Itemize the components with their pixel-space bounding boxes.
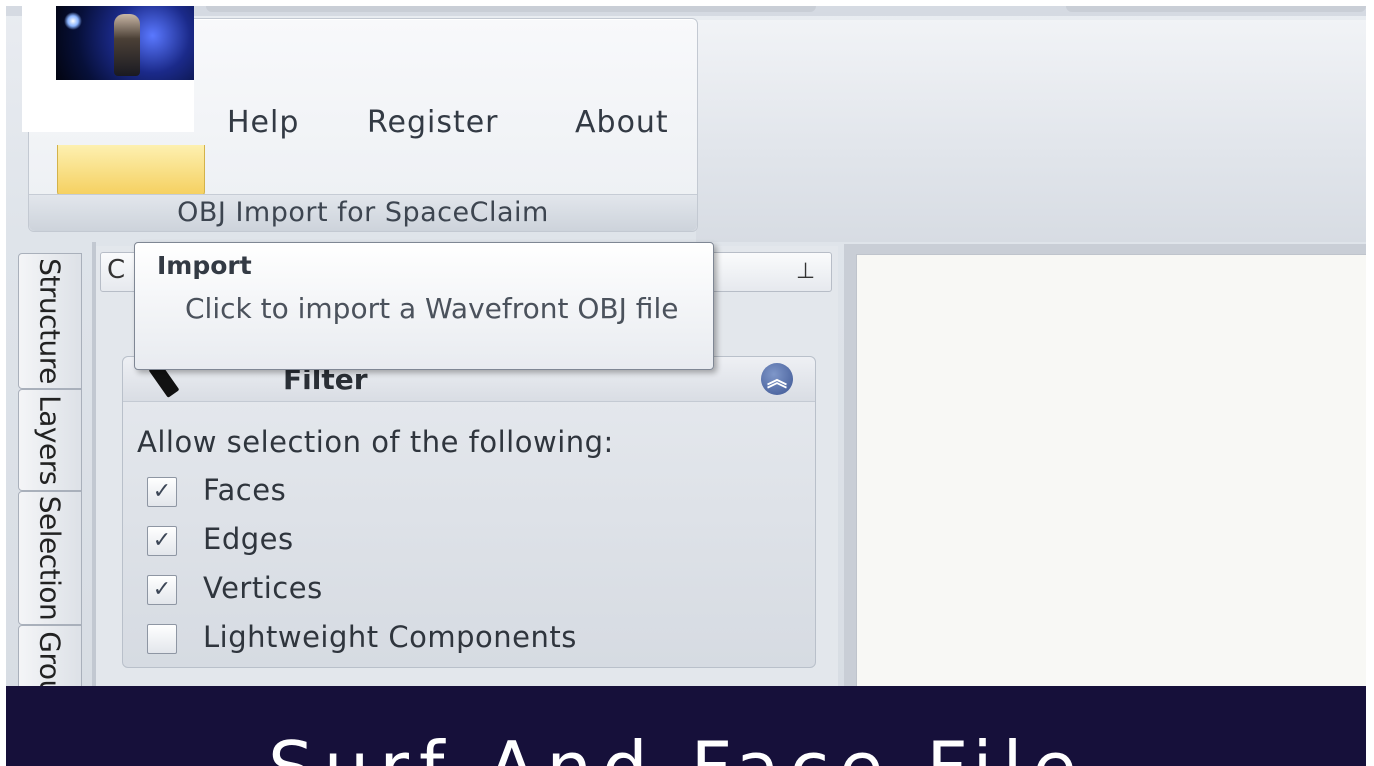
allow-selection-label: Allow selection of the following: (137, 425, 614, 459)
tooltip-title: Import (157, 251, 252, 280)
ribbon-background (696, 20, 1366, 242)
viewport-container (844, 244, 1366, 696)
tab-layers[interactable]: Layers (18, 389, 82, 491)
import-button[interactable] (57, 145, 205, 196)
video-caption-bar: Surf And Face File (6, 686, 1366, 766)
about-menu-item[interactable]: About (575, 105, 669, 140)
tooltip-body: Click to import a Wavefront OBJ file (185, 292, 679, 325)
panel-header-text: C (107, 255, 126, 285)
faces-checkbox[interactable]: ✓ (147, 477, 177, 507)
app-window: Help Register About OBJ Import for Space… (6, 6, 1366, 766)
side-tab-strip: Structure Layers Selection Grou (18, 253, 90, 695)
pin-icon[interactable]: ⊥ (796, 259, 815, 284)
guitarist-logo-image (56, 6, 194, 80)
ribbon-group-label: OBJ Import for SpaceClaim (29, 194, 697, 231)
tab-selection[interactable]: Selection (18, 491, 82, 625)
title-strip (6, 6, 1366, 16)
tab-groups[interactable]: Grou (18, 625, 82, 695)
vertices-label: Vertices (203, 571, 323, 605)
edges-label: Edges (203, 522, 294, 556)
logo-area (22, 6, 194, 132)
filter-section: Filter ︽ Allow selection of the followin… (122, 356, 816, 668)
tab-structure[interactable]: Structure (18, 253, 82, 389)
lightweight-components-label: Lightweight Components (203, 620, 577, 654)
vertices-checkbox[interactable]: ✓ (147, 575, 177, 605)
register-menu-item[interactable]: Register (367, 105, 499, 140)
double-chevron-up-icon[interactable]: ︽ (761, 363, 793, 395)
caption-text: Surf And Face File (268, 732, 1087, 766)
edges-checkbox[interactable]: ✓ (147, 526, 177, 556)
import-tooltip: Import Click to import a Wavefront OBJ f… (134, 242, 714, 370)
help-menu-item[interactable]: Help (227, 105, 299, 140)
faces-label: Faces (203, 473, 287, 507)
lightweight-components-checkbox[interactable] (147, 624, 177, 654)
design-viewport[interactable] (856, 254, 1366, 696)
